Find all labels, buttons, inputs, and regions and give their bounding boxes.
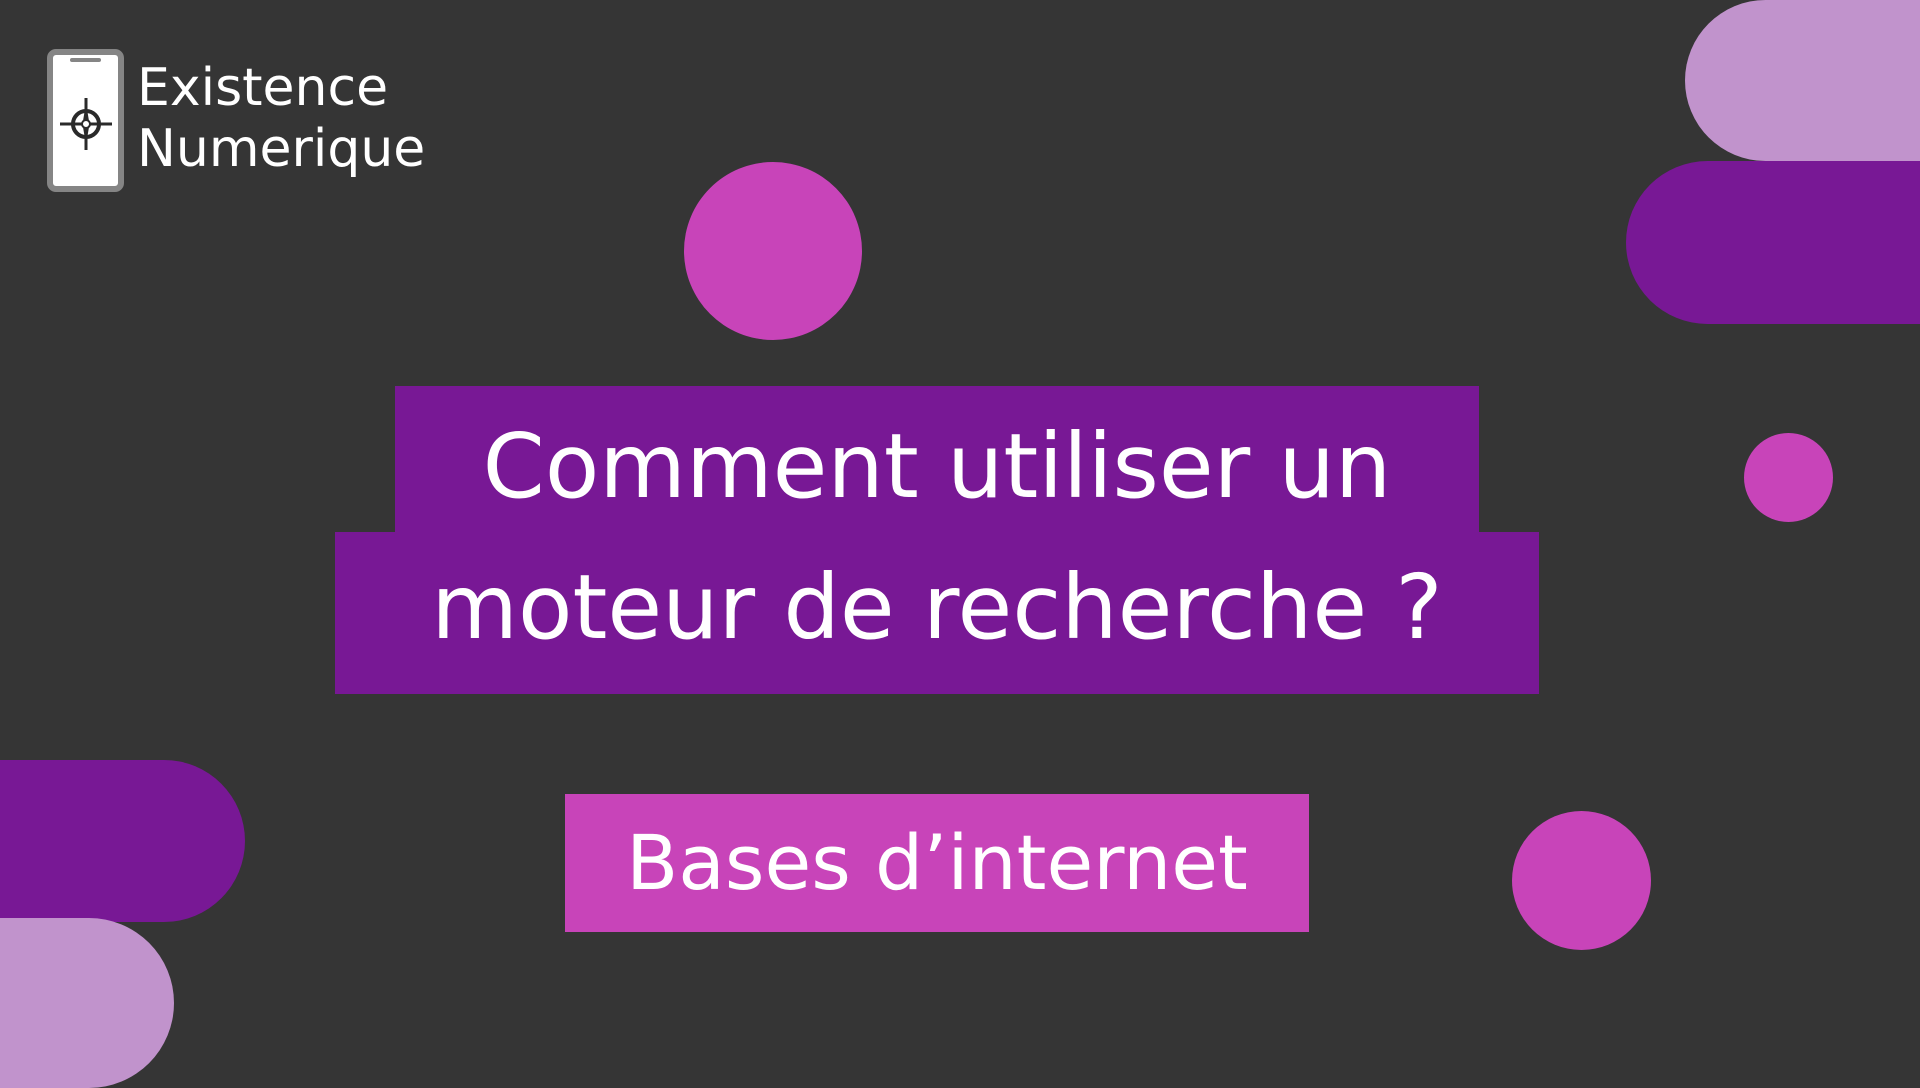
subtitle-badge: Bases d’internet <box>565 794 1309 932</box>
compass-icon <box>60 98 112 150</box>
title-line-2: moteur de recherche ? <box>335 532 1539 694</box>
decorative-pill-bottom-light <box>0 918 174 1088</box>
brand-name-line-1: Existence <box>137 58 389 118</box>
brand-logo: Existence Numerique <box>47 49 425 192</box>
phone-notch <box>70 58 101 62</box>
decorative-dot-top <box>684 162 862 340</box>
decorative-pill-top-light <box>1685 0 1920 161</box>
decorative-pill-bottom-dark <box>0 760 245 922</box>
brand-name-line-2: Numerique <box>137 119 426 179</box>
phone-icon <box>47 49 124 192</box>
decorative-dot-right <box>1744 433 1833 522</box>
decorative-dot-bottom <box>1512 811 1651 950</box>
title-line-1: Comment utiliser un <box>395 386 1479 532</box>
decorative-pill-top-dark <box>1626 161 1920 324</box>
brand-name: Existence Numerique <box>137 58 425 180</box>
